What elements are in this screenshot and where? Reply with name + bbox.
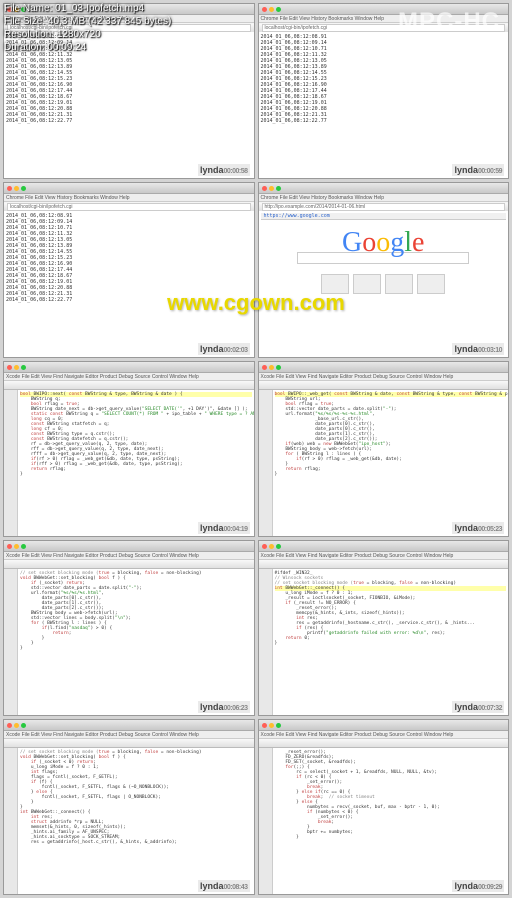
- code-editor[interactable]: // set socket blocking mode (true = bloc…: [18, 748, 254, 894]
- thumb-6-code: Xcode File Edit View Find Navigate Edito…: [258, 361, 510, 537]
- terminal-output: 2014_01_06,08:12:08.912014_01_06,08:12:0…: [259, 32, 509, 178]
- file-info-overlay: File Name: 01_03-Ipofetch.mp4 File Size:…: [4, 2, 171, 54]
- shortcut-tile[interactable]: [385, 274, 413, 294]
- chrome-tab[interactable]: https://www.google.com: [261, 213, 507, 220]
- brand-watermark: lynda00:00:58: [198, 164, 250, 176]
- code-editor[interactable]: // set socket blocking mode (true = bloc…: [18, 569, 254, 715]
- code-editor[interactable]: bool BWIPO::_web_get( const BWString & d…: [273, 390, 509, 536]
- thumb-4-google: Chrome File Edit View History Bookmarks …: [258, 182, 510, 358]
- terminal-output: 2014_01_06,08:12:08.912014_01_06,08:12:0…: [4, 211, 254, 357]
- brand-watermark: lynda00:00:59: [452, 164, 504, 176]
- shortcut-tile[interactable]: [417, 274, 445, 294]
- watermark: www.cgown.com: [167, 290, 345, 316]
- thumb-8-code: Xcode File Edit View Find Navigate Edito…: [258, 540, 510, 716]
- url-bar[interactable]: http://ipo.example.com/2014/2014-01-06.h…: [262, 203, 506, 211]
- code-editor[interactable]: bool BWIPO::next( const BWString & type,…: [18, 390, 254, 536]
- code-editor[interactable]: _reset_error(); FD_ZERO(&readfds); FD_SE…: [273, 748, 509, 894]
- thumb-5-code: Xcode File Edit View Find Navigate Edito…: [3, 361, 255, 537]
- player-logo: MPC-HC: [398, 8, 500, 36]
- thumb-10-code: Xcode File Edit View Find Navigate Edito…: [258, 719, 510, 895]
- thumb-7-code: Xcode File Edit View Find Navigate Edito…: [3, 540, 255, 716]
- thumb-9-code: Xcode File Edit View Find Navigate Edito…: [3, 719, 255, 895]
- google-logo: Google: [261, 240, 507, 246]
- shortcut-tile[interactable]: [353, 274, 381, 294]
- google-page: https://www.google.com Google: [259, 211, 509, 357]
- code-editor[interactable]: #ifdef _WIN32_// Winsock sockets// set s…: [273, 569, 509, 715]
- thumb-3: Chrome File Edit View History Bookmarks …: [3, 182, 255, 358]
- thumbnail-grid: Chrome File Edit View History Bookmarks …: [0, 0, 512, 898]
- url-bar[interactable]: localhost/cgi-bin/ipofetch.cgi: [7, 203, 251, 211]
